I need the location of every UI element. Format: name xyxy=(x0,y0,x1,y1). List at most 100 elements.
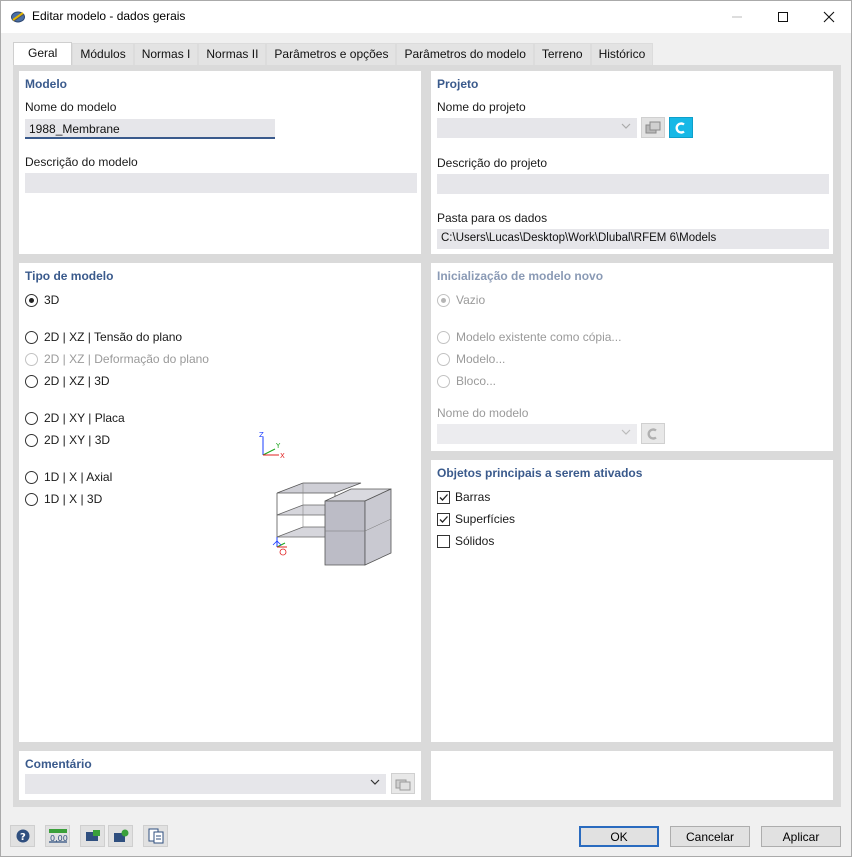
modelo-panel: Modelo Nome do modelo 1988_Membrane Desc… xyxy=(19,71,421,254)
model-3d-preview xyxy=(272,482,392,566)
radio-circle xyxy=(25,352,38,366)
radio-label: 1D | X | 3D xyxy=(44,492,103,506)
report-icon xyxy=(148,828,163,844)
radio-2d-xy-3d[interactable]: 2D | XY | 3D xyxy=(25,433,110,447)
model-name-input[interactable]: 1988_Membrane xyxy=(25,119,275,139)
dlubal-logo-icon xyxy=(647,427,657,440)
axis-x-label: X xyxy=(280,452,285,460)
radio-3d[interactable]: 3D xyxy=(25,293,59,307)
axis-y-label: Y xyxy=(275,442,281,450)
app-icon xyxy=(10,9,26,25)
units-text: 0,00 xyxy=(50,834,68,843)
maximize-button[interactable] xyxy=(760,1,806,32)
tab-modulos[interactable]: Módulos xyxy=(72,43,134,65)
title-bar: Editar modelo - dados gerais xyxy=(1,1,851,33)
chevron-down-icon xyxy=(621,429,631,435)
objetos-panel: Objetos principais a serem ativados Barr… xyxy=(431,460,833,742)
cancel-button[interactable]: Cancelar xyxy=(670,826,750,847)
radio-2d-xz-3d[interactable]: 2D | XZ | 3D xyxy=(25,374,110,388)
svg-text:?: ? xyxy=(20,832,26,843)
project-description-input[interactable] xyxy=(437,174,829,194)
comment-library-button[interactable] xyxy=(391,773,415,794)
comment-combo[interactable] xyxy=(25,774,386,794)
model-description-label: Descrição do modelo xyxy=(25,155,138,169)
checkbox-barras[interactable]: Barras xyxy=(437,490,490,504)
radio-label: Vazio xyxy=(456,293,486,307)
comentario-panel: Comentário xyxy=(19,751,421,800)
model-description-input[interactable] xyxy=(25,173,417,193)
chevron-down-icon xyxy=(370,779,380,785)
units-button[interactable]: 0,00 xyxy=(45,825,70,847)
help-button[interactable]: ? xyxy=(10,825,35,847)
radio-label: 1D | X | Axial xyxy=(44,470,113,484)
minimize-icon xyxy=(732,16,742,17)
project-name-combo[interactable] xyxy=(437,118,637,138)
init-model-name-combo xyxy=(437,424,637,444)
maximize-icon xyxy=(778,11,788,22)
data-folder-input[interactable]: C:\Users\Lucas\Desktop\Work\Dlubal\RFEM … xyxy=(437,229,829,249)
radio-circle xyxy=(25,433,38,447)
checkmark-icon xyxy=(439,515,448,523)
radio-circle xyxy=(25,492,38,506)
axis-z-label: Z xyxy=(259,431,264,439)
projeto-panel: Projeto Nome do projeto Descrição do pro… xyxy=(431,71,833,254)
radio-label: 3D xyxy=(44,293,60,307)
project-manager-icon xyxy=(645,121,661,133)
radio-vazio: Vazio xyxy=(437,293,485,307)
checkbox-label: Barras xyxy=(455,490,491,504)
radio-1d-x-axial[interactable]: 1D | X | Axial xyxy=(25,470,112,484)
radio-2d-xz-tensao[interactable]: 2D | XZ | Tensão do plano xyxy=(25,330,182,344)
radio-circle xyxy=(25,470,38,484)
radio-modelo-copia: Modelo existente como cópia... xyxy=(437,330,621,344)
data-folder-label: Pasta para os dados xyxy=(437,211,548,225)
tab-bar: Geral Módulos Normas I Normas II Parâmet… xyxy=(13,42,654,66)
tab-parametros-opcoes[interactable]: Parâmetros e opções xyxy=(266,43,397,65)
comentario-title: Comentário xyxy=(25,757,92,771)
objetos-title: Objetos principais a serem ativados xyxy=(437,466,643,480)
dialog-window: Editar modelo - dados gerais Geral Módul… xyxy=(0,0,852,857)
settings-button[interactable] xyxy=(108,825,133,847)
radio-circle xyxy=(437,330,450,344)
checkbox-box xyxy=(437,512,450,526)
model-name-label: Nome do modelo xyxy=(25,100,117,114)
checkbox-box xyxy=(437,534,450,548)
new-project-button[interactable] xyxy=(669,117,693,138)
close-button[interactable] xyxy=(806,1,852,32)
radio-circle xyxy=(25,330,38,344)
radio-modelo: Modelo... xyxy=(437,352,505,366)
program-button[interactable] xyxy=(80,825,105,847)
tab-content: Modelo Nome do modelo 1988_Membrane Desc… xyxy=(13,65,841,807)
window-title: Editar modelo - dados gerais xyxy=(32,9,186,23)
tab-geral[interactable]: Geral xyxy=(13,42,73,66)
tab-normas-i[interactable]: Normas I xyxy=(133,43,199,65)
radio-2d-xy-placa[interactable]: 2D | XY | Placa xyxy=(25,411,125,425)
tab-historico[interactable]: Histórico xyxy=(590,43,654,65)
init-model-browse-button xyxy=(641,423,665,444)
ok-button[interactable]: OK xyxy=(579,826,659,847)
tipo-modelo-panel: Tipo de modelo 3D 2D | XZ | Tensão do pl… xyxy=(19,263,421,742)
checkbox-solidos[interactable]: Sólidos xyxy=(437,534,494,548)
tab-terreno[interactable]: Terreno xyxy=(533,43,591,65)
help-icon: ? xyxy=(16,829,29,843)
checkmark-icon xyxy=(439,493,448,501)
minimize-button[interactable] xyxy=(714,1,760,32)
tab-parametros-modelo[interactable]: Parâmetros do modelo xyxy=(396,43,534,65)
radio-1d-x-3d[interactable]: 1D | X | 3D xyxy=(25,492,102,506)
radio-label: Modelo existente como cópia... xyxy=(456,330,622,344)
dlubal-logo-icon xyxy=(675,121,685,134)
apply-button[interactable]: Aplicar xyxy=(761,826,841,847)
radio-label: 2D | XZ | 3D xyxy=(44,374,110,388)
radio-label: 2D | XY | Placa xyxy=(44,411,125,425)
radio-circle xyxy=(437,293,450,307)
report-button[interactable] xyxy=(143,825,168,847)
radio-circle xyxy=(25,374,38,388)
radio-circle xyxy=(437,374,450,388)
init-model-name-label: Nome do modelo xyxy=(437,406,529,420)
footer-bar: ? 0,00 OK Cancelar Aplicar xyxy=(1,816,851,856)
tab-normas-ii[interactable]: Normas II xyxy=(198,43,267,65)
project-manager-button[interactable] xyxy=(641,117,665,138)
radio-2d-xz-deformacao: 2D | XZ | Deformação do plano xyxy=(25,352,209,366)
radio-bloco: Bloco... xyxy=(437,374,496,388)
radio-circle xyxy=(25,293,38,307)
checkbox-superficies[interactable]: Superfícies xyxy=(437,512,515,526)
